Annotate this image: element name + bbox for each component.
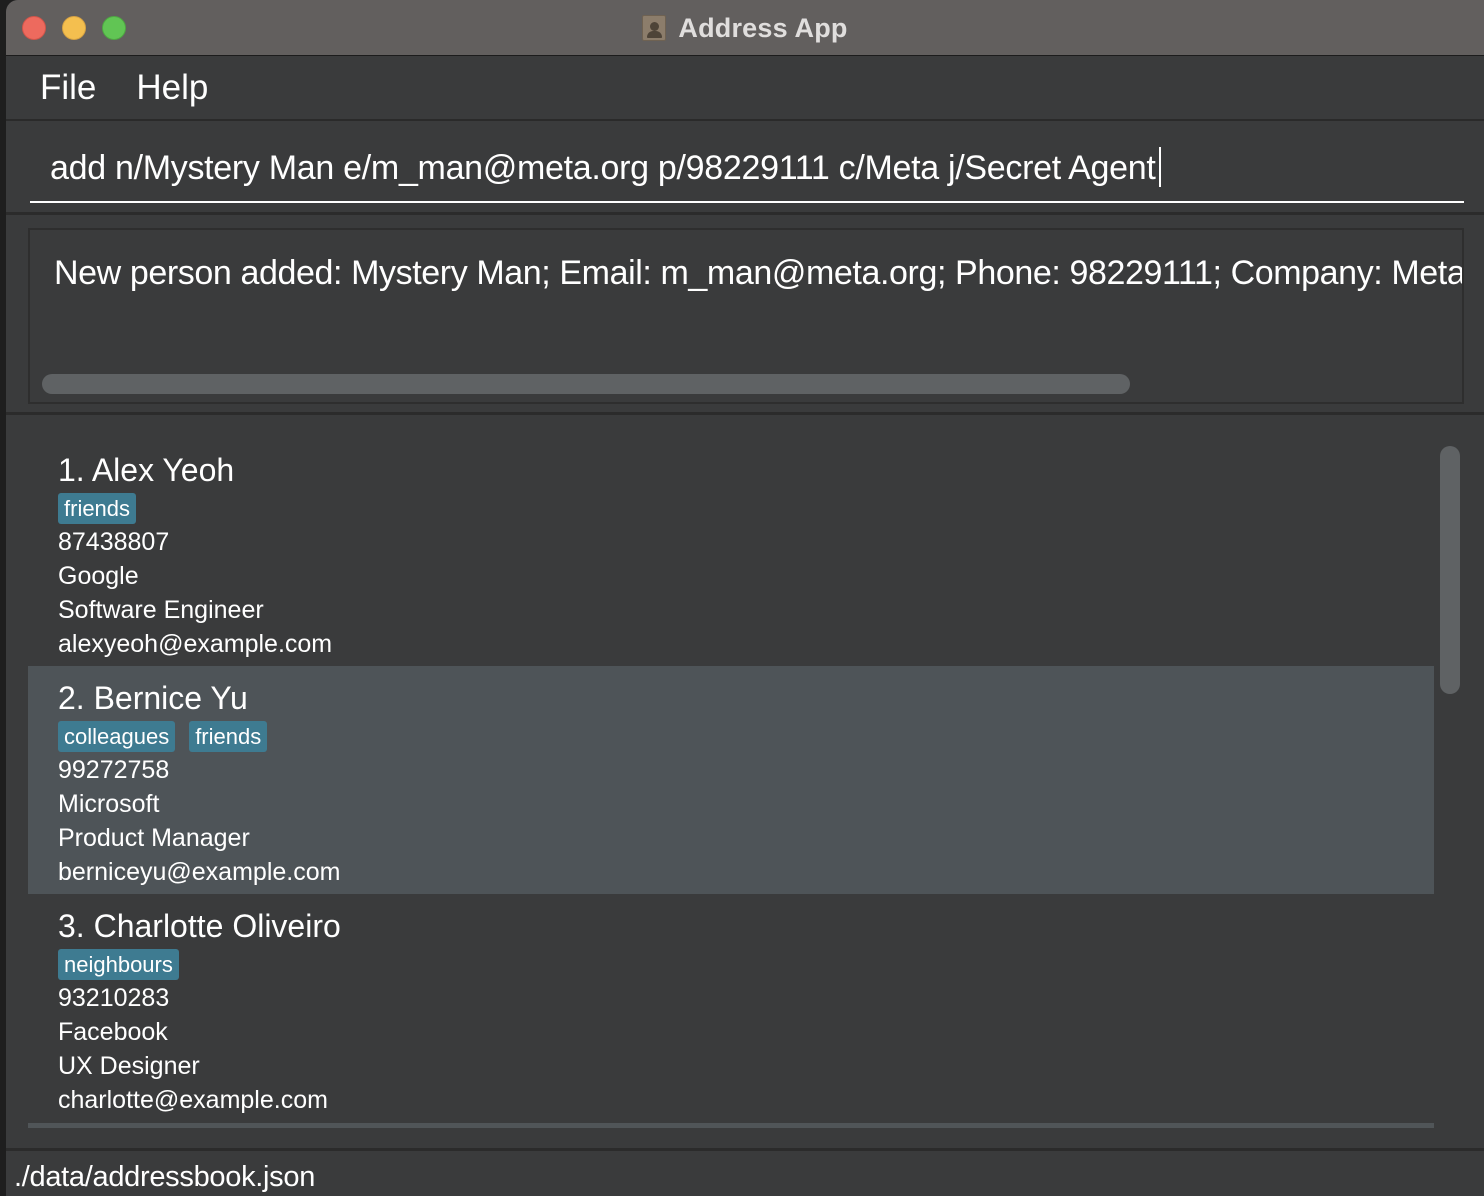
tag-badge: friends (58, 492, 137, 524)
person-name: 3. Charlotte Oliveiro (58, 908, 341, 944)
tag-badge: neighbours (58, 948, 179, 980)
text-caret (1159, 147, 1162, 187)
app-window: Address App File Help New person added: … (6, 0, 1484, 1196)
person-company: Microsoft (58, 790, 160, 818)
list-divider (28, 1123, 1434, 1128)
person-position: Software Engineer (58, 596, 264, 624)
save-location: ./data/addressbook.json (14, 1161, 316, 1193)
tag-list: neighbours (58, 947, 1434, 981)
command-box-panel (6, 123, 1484, 215)
person-list-panel: 1. Alex Yeoh friends 87438807 Google Softwar… (6, 418, 1484, 1148)
vertical-scrollbar-thumb[interactable] (1440, 446, 1460, 694)
person-card[interactable]: 2. Bernice Yu colleagues friends 99272758 Mi… (28, 666, 1434, 894)
menu-bar: File Help (6, 57, 1484, 121)
window-title: Address App (678, 12, 848, 43)
tag-badge: colleagues (58, 720, 176, 752)
horizontal-scrollbar-thumb[interactable] (42, 374, 1130, 394)
address-book-icon (642, 15, 667, 41)
person-card[interactable]: 3. Charlotte Oliveiro neighbours 93210283 F… (28, 894, 1434, 1122)
result-display[interactable]: New person added: Mystery Man; Email: m_… (28, 228, 1464, 404)
person-list[interactable]: 1. Alex Yeoh friends 87438807 Google Softwar… (28, 438, 1434, 1128)
result-display-panel: New person added: Mystery Man; Email: m_… (6, 218, 1484, 415)
person-name: 2. Bernice Yu (58, 680, 248, 716)
person-email: charlotte@example.com (58, 1086, 328, 1114)
person-phone: 87438807 (58, 528, 170, 556)
result-message: New person added: Mystery Man; Email: m_… (54, 254, 1464, 292)
menu-file[interactable]: File (40, 68, 96, 108)
title-bar[interactable]: Address App (6, 0, 1484, 56)
person-position: UX Designer (58, 1052, 200, 1080)
menu-help[interactable]: Help (136, 68, 208, 108)
person-email: berniceyu@example.com (58, 858, 341, 886)
person-company: Facebook (58, 1018, 168, 1046)
person-phone: 99272758 (58, 756, 170, 784)
person-name: 1. Alex Yeoh (58, 452, 235, 488)
status-bar: ./data/addressbook.json (6, 1148, 1484, 1196)
person-company: Google (58, 562, 139, 590)
tag-badge: friends (189, 720, 268, 752)
person-position: Product Manager (58, 824, 250, 852)
tag-list: colleagues friends (58, 719, 1434, 753)
person-phone: 93210283 (58, 984, 170, 1012)
command-input[interactable] (30, 135, 1464, 203)
tag-list: friends (58, 491, 1434, 525)
person-card[interactable]: 1. Alex Yeoh friends 87438807 Google Softwar… (28, 438, 1434, 666)
person-email: alexyeoh@example.com (58, 630, 333, 658)
